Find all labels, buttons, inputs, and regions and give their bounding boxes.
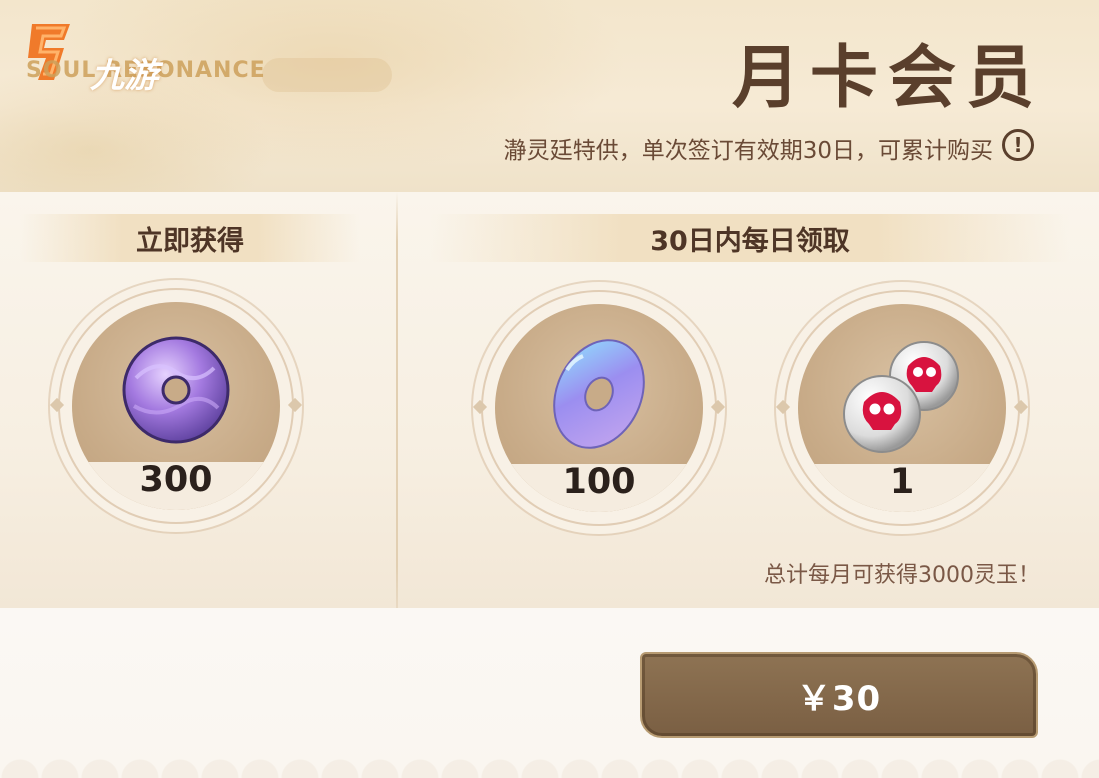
section-heading-instant: 立即获得 [20,214,360,262]
logo-watermark-text: 九游 [90,56,158,96]
blue-jade-coin-icon [553,339,645,449]
section-heading-daily: 30日内每日领取 [430,214,1070,262]
monthly-total-note: 总计每月可获得3000灵玉！ [764,563,1040,588]
purchase-area: ￥30 [0,608,1099,778]
reward-quantity: 1 [889,462,915,502]
red-skull-orb-icon [843,341,959,453]
header-banner: SOUL RESONANCE 九游 月卡会员 瀞灵廷特供，单次签订有效期30日，… [0,0,1099,192]
page-title: 月卡会员 [731,38,1044,118]
reward-instant-jade[interactable]: 300 [49,288,303,524]
section-divider [396,192,398,608]
info-exclamation-icon[interactable]: ! [1002,129,1034,161]
watermark-logo: SOUL RESONANCE 九游 [12,18,392,98]
reward-daily-skull-orb[interactable]: 1 [775,290,1029,526]
reward-quantity: 100 [562,462,636,502]
reward-daily-jade[interactable]: 100 [472,290,726,526]
logo-backdrop [262,58,392,92]
purple-jade-coin-icon [122,336,230,444]
rewards-panel: 立即获得 30日内每日领取 300 100 1 总计每月可获得3000灵玉！ [0,192,1099,608]
reward-quantity: 300 [139,460,213,500]
price-label: ￥30 [796,678,882,719]
subtitle: 瀞灵廷特供，单次签订有效期30日，可累计购买 [503,138,993,164]
buy-price-button[interactable]: ￥30 [640,652,1038,738]
